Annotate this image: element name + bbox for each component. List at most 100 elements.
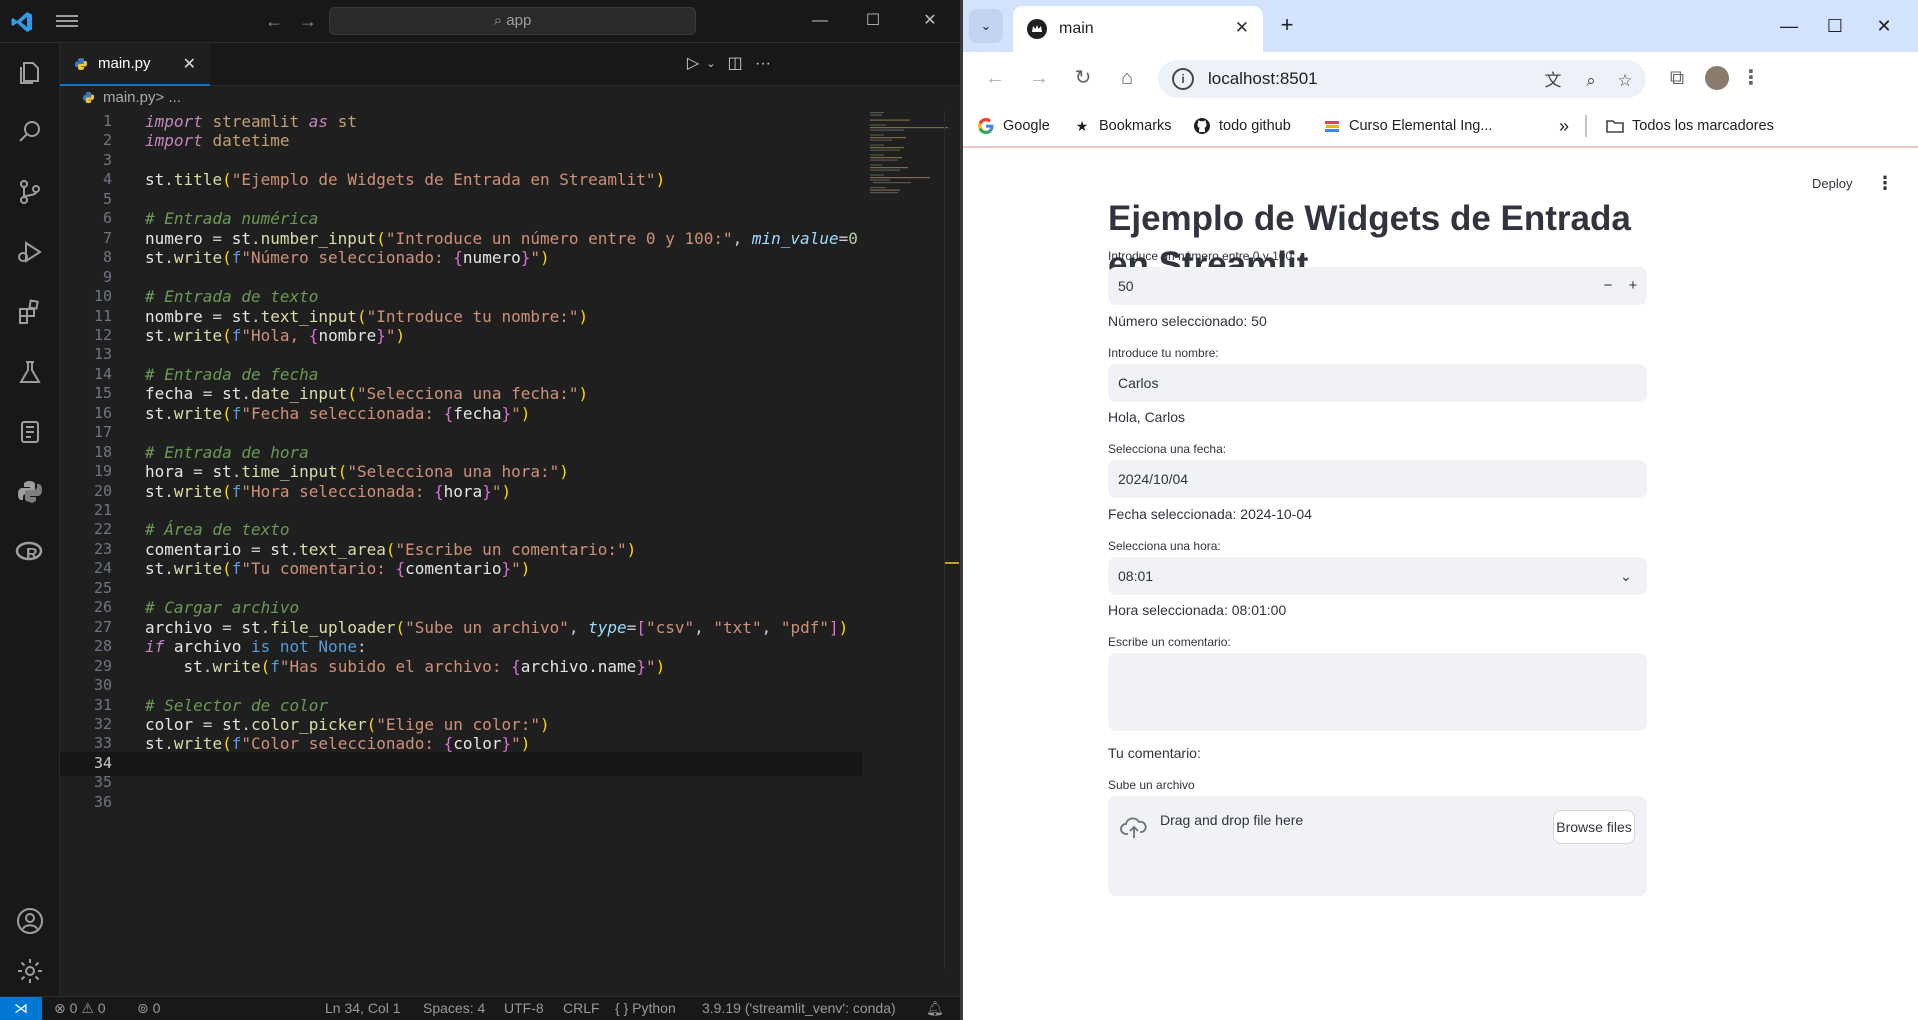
star-icon: ★ bbox=[1075, 118, 1089, 134]
name-input[interactable]: Carlos bbox=[1108, 364, 1647, 402]
main-menu-icon[interactable]: ⋮ bbox=[1876, 174, 1894, 192]
home-icon[interactable]: ⌂ bbox=[1113, 64, 1141, 92]
python-interpreter[interactable]: 3.9.19 ('streamlit_venv': conda) bbox=[702, 997, 896, 1020]
bookmark-bookmarks[interactable]: ★ Bookmarks bbox=[1073, 114, 1172, 138]
bookmark-google[interactable]: Google bbox=[977, 114, 1050, 138]
line-ending[interactable]: CRLF bbox=[563, 997, 600, 1020]
notebook-icon[interactable] bbox=[12, 414, 48, 450]
code-token: "Has subido el archivo: bbox=[279, 656, 512, 676]
code-token: datetime bbox=[212, 131, 290, 151]
code-token: numero bbox=[462, 248, 521, 268]
code-token: ( bbox=[222, 481, 232, 501]
encoding[interactable]: UTF-8 bbox=[504, 997, 544, 1020]
more-bookmarks-icon[interactable]: » bbox=[1559, 114, 1569, 138]
all-bookmarks-folder[interactable]: Todos los marcadores bbox=[1606, 114, 1774, 138]
comment-textarea[interactable] bbox=[1108, 653, 1647, 731]
remote-indicator-icon[interactable]: ⋊ bbox=[0, 997, 42, 1020]
menu-icon[interactable] bbox=[56, 12, 78, 30]
code-token: nombre bbox=[318, 325, 377, 345]
browse-files-button[interactable]: Browse files bbox=[1553, 810, 1635, 844]
file-uploader-dropzone[interactable]: Drag and drop file here Browse files bbox=[1108, 796, 1647, 896]
code-token: streamlit bbox=[212, 112, 300, 131]
new-tab-plus-icon[interactable]: + bbox=[1273, 12, 1301, 40]
indentation[interactable]: Spaces: 4 bbox=[423, 997, 485, 1020]
chrome-menu-icon[interactable]: ⋮ bbox=[1737, 64, 1765, 92]
back-arrow-icon[interactable]: ← bbox=[981, 64, 1009, 92]
code-token: , bbox=[732, 228, 752, 248]
run-debug-icon[interactable] bbox=[12, 234, 48, 270]
increment-button[interactable]: + bbox=[1621, 267, 1645, 305]
code-token: " bbox=[511, 403, 521, 423]
editor-scrollbar[interactable] bbox=[944, 110, 959, 970]
code-token: # Selector de color bbox=[145, 695, 329, 715]
code-token: ) bbox=[655, 656, 666, 676]
breadcrumb[interactable]: main.py > ... bbox=[60, 86, 960, 108]
close-window-button[interactable]: ✕ bbox=[918, 10, 942, 32]
notifications-bell-icon[interactable]: 🔔︎ bbox=[926, 997, 944, 1020]
manage-gear-icon[interactable] bbox=[12, 953, 48, 989]
explorer-icon[interactable] bbox=[12, 54, 48, 90]
code-token: write bbox=[173, 403, 223, 423]
breadcrumb-file[interactable]: main.py bbox=[103, 89, 156, 106]
date-input[interactable]: 2024/10/04 bbox=[1108, 460, 1647, 498]
code-token: "Hola, bbox=[241, 325, 309, 345]
cursor-position[interactable]: Ln 34, Col 1 bbox=[325, 997, 401, 1020]
code-token: = bbox=[183, 462, 213, 482]
r-language-icon[interactable]: R bbox=[12, 534, 48, 570]
translate-icon[interactable]: 文 bbox=[1542, 70, 1564, 92]
zoom-icon[interactable]: ⌕ bbox=[1580, 70, 1602, 92]
tab-search-chevron-icon[interactable]: ⌄ bbox=[969, 9, 1003, 43]
profile-avatar[interactable] bbox=[1705, 66, 1729, 90]
time-select[interactable]: 08:01 ⌄ bbox=[1108, 557, 1647, 595]
python-icon[interactable] bbox=[12, 474, 48, 510]
run-dropdown-icon[interactable]: ⌄ bbox=[700, 53, 722, 75]
bookmark-star-icon[interactable]: ☆ bbox=[1614, 70, 1636, 92]
minimize-button[interactable]: — bbox=[1775, 12, 1803, 40]
minimize-button[interactable]: — bbox=[808, 10, 832, 32]
code-token: f bbox=[270, 656, 280, 676]
site-info-icon[interactable]: i bbox=[1172, 68, 1194, 90]
source-control-icon[interactable] bbox=[12, 174, 48, 210]
testing-icon[interactable] bbox=[12, 354, 48, 390]
decrement-button[interactable]: − bbox=[1596, 267, 1620, 305]
forward-arrow-icon[interactable]: → bbox=[1025, 64, 1053, 92]
problems-indicator[interactable]: ⊗ 0 ⚠ 0 bbox=[54, 997, 106, 1020]
code-token: "Sube un archivo" bbox=[405, 617, 569, 637]
extensions-icon[interactable] bbox=[12, 294, 48, 330]
forward-arrow-icon[interactable]: → bbox=[296, 10, 320, 32]
code-editor[interactable]: 1 import streamlit as st 2 import datetime 3… bbox=[60, 110, 862, 990]
address-bar[interactable]: i localhost:8501 文 ⌕ ☆ bbox=[1158, 60, 1646, 98]
accounts-icon[interactable] bbox=[12, 903, 48, 939]
close-tab-icon[interactable]: ✕ bbox=[183, 54, 196, 74]
number-input[interactable]: 50 − + bbox=[1108, 267, 1647, 305]
code-token: comentario bbox=[145, 539, 242, 559]
split-editor-icon[interactable]: ◫ bbox=[724, 53, 746, 75]
reload-icon[interactable]: ↻ bbox=[1069, 64, 1097, 92]
minimap[interactable] bbox=[868, 110, 948, 230]
deploy-button[interactable]: Deploy bbox=[1812, 176, 1852, 191]
code-token: "csv" bbox=[645, 617, 695, 637]
maximize-button[interactable]: ☐ bbox=[861, 10, 885, 32]
code-token: write bbox=[173, 734, 223, 754]
number-value: 50 bbox=[1118, 278, 1134, 294]
code-token: : bbox=[356, 637, 367, 657]
close-window-button[interactable]: ✕ bbox=[1870, 12, 1898, 40]
back-arrow-icon[interactable]: ← bbox=[262, 10, 286, 32]
close-tab-icon[interactable]: ✕ bbox=[1235, 18, 1249, 38]
code-token: = bbox=[202, 306, 232, 326]
code-token: ( bbox=[222, 325, 232, 345]
command-center-search[interactable]: ⌕ app bbox=[329, 7, 696, 35]
ports-indicator[interactable]: ⊚ 0 bbox=[137, 997, 160, 1020]
extensions-puzzle-icon[interactable]: ⧉ bbox=[1663, 64, 1691, 92]
search-icon[interactable] bbox=[12, 114, 48, 150]
bookmark-curso-elemental[interactable]: Curso Elemental Ing... bbox=[1323, 114, 1492, 138]
tab-main-py[interactable]: main.py ✕ bbox=[60, 43, 210, 86]
more-actions-icon[interactable]: ··· bbox=[752, 53, 774, 75]
bookmark-todo-github[interactable]: todo github bbox=[1193, 114, 1291, 138]
tab-main[interactable]: main ✕ bbox=[1013, 6, 1263, 52]
code-token: f bbox=[231, 248, 242, 268]
language-mode[interactable]: { } Python bbox=[615, 997, 676, 1020]
code-line[interactable]: 36 bbox=[60, 791, 860, 815]
maximize-button[interactable]: ☐ bbox=[1821, 12, 1849, 40]
